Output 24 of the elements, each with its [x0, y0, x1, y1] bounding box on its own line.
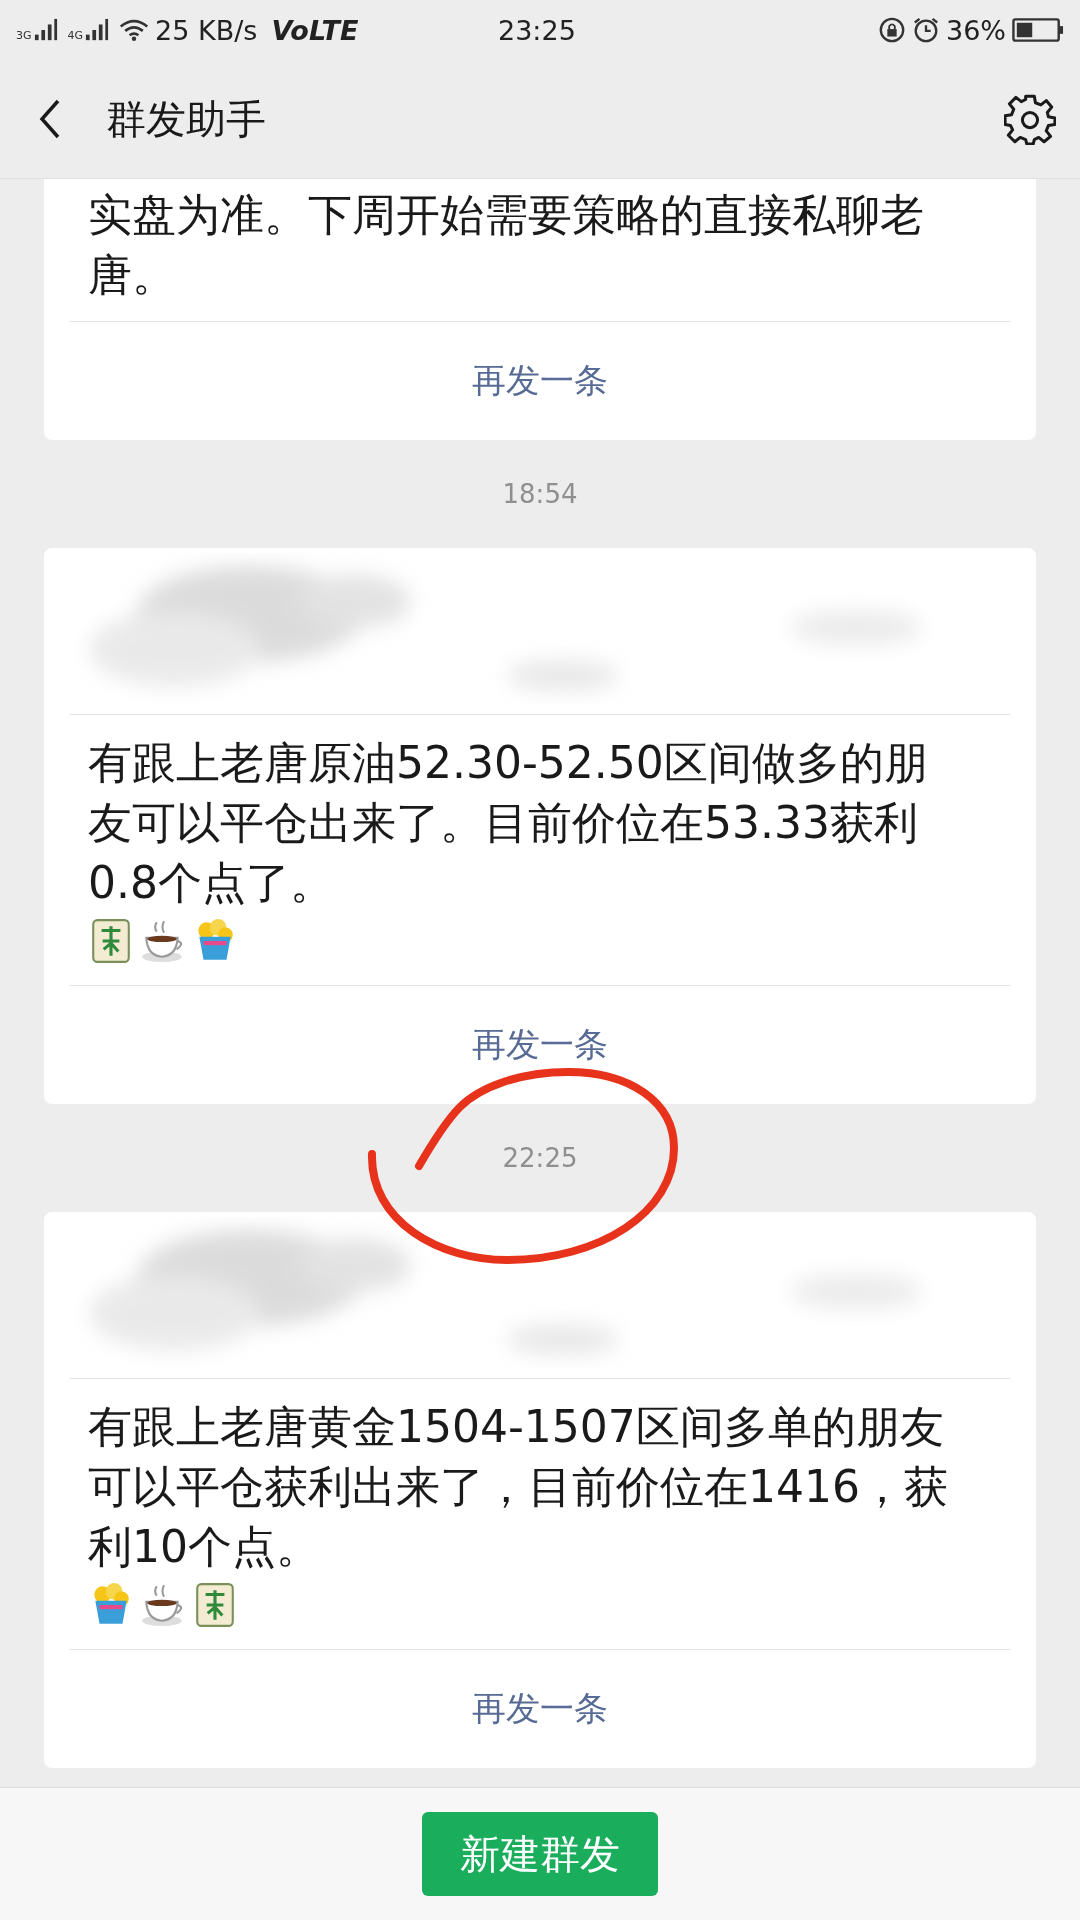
battery-percent: 36% — [946, 14, 1006, 46]
timestamp: 18:54 — [502, 479, 578, 509]
resend-link[interactable]: 再发一条 — [472, 1022, 608, 1068]
network-label: 4G — [67, 28, 84, 42]
message-text: 有跟上老唐黄金1504-1507区间多单的朋友可以平仓获利出来了，目前价位在1416，获利10个点。 — [88, 1400, 949, 1574]
battery-icon — [1012, 17, 1064, 43]
resend-link[interactable]: 再发一条 — [472, 1686, 608, 1732]
resend-link[interactable]: 再发一条 — [472, 358, 608, 404]
clock-time: 23:25 — [498, 14, 576, 46]
page-title: 群发助手 — [106, 94, 267, 144]
message-text: 有跟上老唐原油52.30-52.50区间做多的朋友可以平仓出来了。目前价位在53.33获利0.8个点了。 — [88, 736, 929, 910]
settings-icon[interactable] — [1004, 93, 1056, 145]
network-label: 3G — [16, 28, 32, 42]
alarm-icon — [912, 16, 940, 44]
back-icon[interactable] — [38, 97, 62, 141]
wifi-icon — [119, 18, 150, 42]
signal-icon — [85, 18, 110, 42]
volte-label: VoLTE — [271, 14, 359, 46]
new-broadcast-button[interactable]: 新建群发 — [422, 1812, 658, 1896]
message-text: 实盘为准。下周开始需要策略的直接私聊老唐。 — [88, 188, 925, 302]
network-speed: 25 KB/s — [155, 14, 258, 46]
signal-icon — [33, 18, 58, 42]
rotation-lock-icon — [878, 16, 906, 44]
timestamp: 22:25 — [502, 1143, 578, 1173]
